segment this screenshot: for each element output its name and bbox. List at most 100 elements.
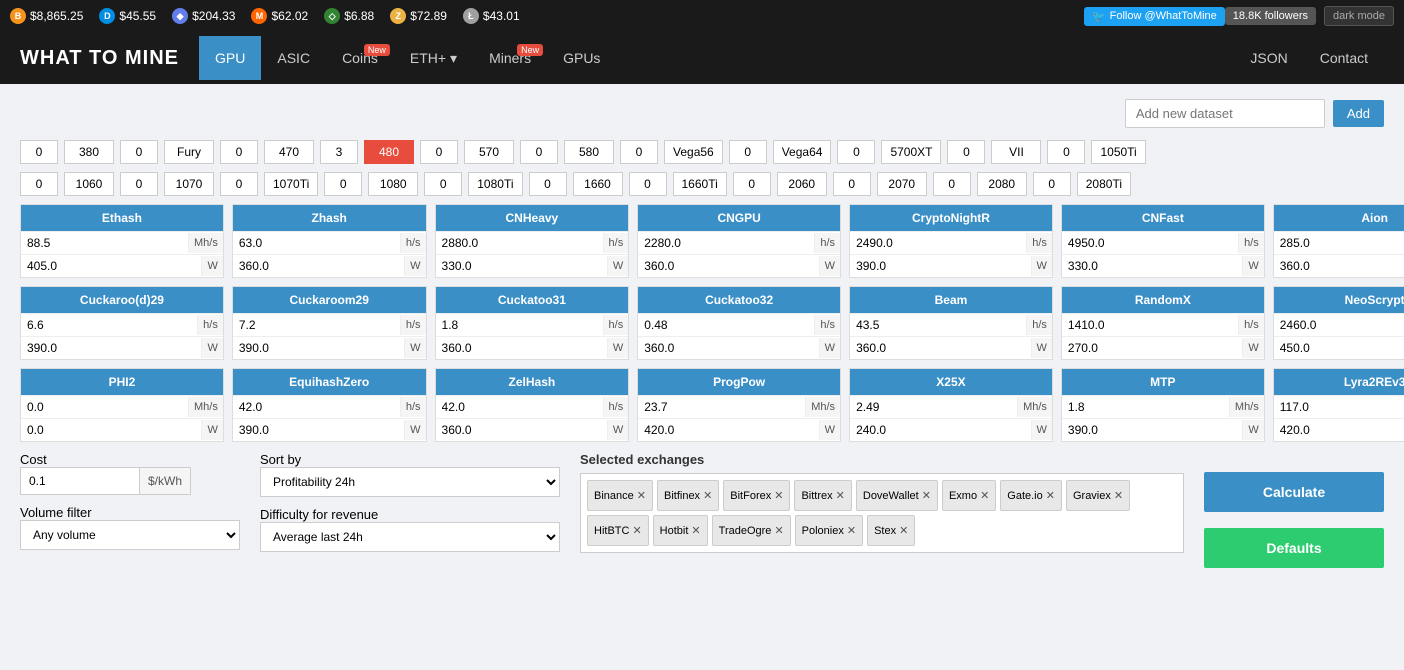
nav-item-ethplus[interactable]: ETH+▾ — [394, 36, 473, 81]
algo-header[interactable]: NeoScrypt — [1274, 287, 1404, 313]
nav-item-miners[interactable]: MinersNew — [473, 36, 547, 80]
algo-power-input[interactable] — [850, 419, 1030, 441]
difficulty-select[interactable]: Average last 24h — [260, 522, 560, 552]
algo-hashrate-input[interactable] — [436, 232, 603, 254]
cost-input[interactable] — [20, 467, 140, 495]
algo-hashrate-input[interactable] — [1274, 232, 1404, 254]
gpu-label-2080ti[interactable]: 2080Ti — [1077, 172, 1131, 196]
gpu-count-input[interactable] — [1047, 140, 1085, 164]
gpu-count-input[interactable] — [729, 140, 767, 164]
gpu-count-input[interactable] — [529, 172, 567, 196]
exchange-tag-remove[interactable]: ✕ — [774, 489, 783, 502]
algo-hashrate-input[interactable] — [1062, 232, 1238, 254]
gpu-label-2070[interactable]: 2070 — [877, 172, 927, 196]
algo-header[interactable]: Beam — [850, 287, 1052, 313]
algo-hashrate-input[interactable] — [436, 314, 603, 336]
volume-select[interactable]: Any volume — [20, 520, 240, 550]
algo-power-input[interactable] — [233, 337, 404, 359]
nav-item-gpu[interactable]: GPU — [199, 36, 261, 80]
gpu-count-input[interactable] — [324, 172, 362, 196]
algo-hashrate-input[interactable] — [21, 232, 188, 254]
algo-power-input[interactable] — [850, 337, 1030, 359]
exchange-tag-remove[interactable]: ✕ — [922, 489, 931, 502]
gpu-label-2080[interactable]: 2080 — [977, 172, 1027, 196]
gpu-label-vii[interactable]: VII — [991, 140, 1041, 164]
algo-header[interactable]: Cuckatoo32 — [638, 287, 840, 313]
algo-hashrate-input[interactable] — [233, 314, 400, 336]
nav-item-asic[interactable]: ASIC — [261, 36, 326, 80]
gpu-count-input[interactable] — [947, 140, 985, 164]
nav-item-gpus[interactable]: GPUs — [547, 36, 616, 80]
gpu-label-580[interactable]: 580 — [564, 140, 614, 164]
algo-power-input[interactable] — [1274, 337, 1404, 359]
gpu-count-input[interactable] — [520, 140, 558, 164]
calculate-button[interactable]: Calculate — [1204, 472, 1384, 512]
exchange-tag-remove[interactable]: ✕ — [637, 489, 646, 502]
exchange-tag-remove[interactable]: ✕ — [632, 524, 641, 537]
algo-power-input[interactable] — [233, 419, 404, 441]
gpu-label-1050ti[interactable]: 1050Ti — [1091, 140, 1145, 164]
algo-header[interactable]: MTP — [1062, 369, 1264, 395]
gpu-count-input[interactable] — [20, 172, 58, 196]
exchange-tag-remove[interactable]: ✕ — [691, 524, 700, 537]
gpu-count-input[interactable] — [220, 140, 258, 164]
algo-hashrate-input[interactable] — [850, 232, 1026, 254]
gpu-label-5700xt[interactable]: 5700XT — [881, 140, 941, 164]
gpu-count-input[interactable] — [1033, 172, 1071, 196]
exchange-tag-remove[interactable]: ✕ — [1114, 489, 1123, 502]
gpu-label-2060[interactable]: 2060 — [777, 172, 827, 196]
gpu-count-input[interactable] — [620, 140, 658, 164]
algo-power-input[interactable] — [21, 419, 201, 441]
algo-header[interactable]: X25X — [850, 369, 1052, 395]
algo-hashrate-input[interactable] — [638, 232, 814, 254]
gpu-count-input[interactable] — [424, 172, 462, 196]
gpu-count-input[interactable] — [120, 140, 158, 164]
add-dataset-button[interactable]: Add — [1333, 100, 1384, 127]
sort-select[interactable]: Profitability 24h — [260, 467, 560, 497]
algo-hashrate-input[interactable] — [638, 314, 814, 336]
algo-header[interactable]: Cuckaroo(d)29 — [21, 287, 223, 313]
exchange-tag-remove[interactable]: ✕ — [1046, 489, 1055, 502]
algo-hashrate-input[interactable] — [436, 396, 603, 418]
nav-item-contact[interactable]: Contact — [1304, 36, 1384, 80]
gpu-label-1080[interactable]: 1080 — [368, 172, 418, 196]
algo-header[interactable]: Ethash — [21, 205, 223, 231]
exchange-tag-remove[interactable]: ✕ — [836, 489, 845, 502]
algo-hashrate-input[interactable] — [21, 396, 188, 418]
algo-header[interactable]: Lyra2REv3 — [1274, 369, 1404, 395]
algo-header[interactable]: EquihashZero — [233, 369, 426, 395]
algo-power-input[interactable] — [436, 255, 607, 277]
algo-header[interactable]: Cuckatoo31 — [436, 287, 629, 313]
algo-power-input[interactable] — [1062, 337, 1242, 359]
gpu-label-1060[interactable]: 1060 — [64, 172, 114, 196]
algo-power-input[interactable] — [1274, 419, 1404, 441]
dark-mode-button[interactable]: dark mode — [1324, 6, 1394, 26]
gpu-count-input[interactable] — [733, 172, 771, 196]
algo-header[interactable]: CNGPU — [638, 205, 840, 231]
gpu-label-1070[interactable]: 1070 — [164, 172, 214, 196]
algo-hashrate-input[interactable] — [233, 396, 400, 418]
algo-header[interactable]: ProgPow — [638, 369, 840, 395]
gpu-label-1660ti[interactable]: 1660Ti — [673, 172, 727, 196]
algo-header[interactable]: Cuckaroom29 — [233, 287, 426, 313]
gpu-label-fury[interactable]: Fury — [164, 140, 214, 164]
algo-header[interactable]: CNFast — [1062, 205, 1264, 231]
gpu-label-1080ti[interactable]: 1080Ti — [468, 172, 522, 196]
exchange-tag-remove[interactable]: ✕ — [847, 524, 856, 537]
algo-power-input[interactable] — [850, 255, 1030, 277]
follow-button[interactable]: 🐦 Follow @WhatToMine — [1084, 7, 1225, 26]
algo-power-input[interactable] — [638, 337, 818, 359]
algo-power-input[interactable] — [436, 419, 607, 441]
algo-power-input[interactable] — [1062, 255, 1242, 277]
defaults-button[interactable]: Defaults — [1204, 528, 1384, 568]
algo-hashrate-input[interactable] — [21, 314, 197, 336]
exchange-tag-remove[interactable]: ✕ — [774, 524, 783, 537]
gpu-count-input[interactable] — [20, 140, 58, 164]
algo-power-input[interactable] — [21, 255, 201, 277]
gpu-count-input[interactable] — [833, 172, 871, 196]
algo-power-input[interactable] — [21, 337, 201, 359]
gpu-count-input[interactable] — [320, 140, 358, 164]
gpu-count-input[interactable] — [120, 172, 158, 196]
gpu-label-380[interactable]: 380 — [64, 140, 114, 164]
algo-header[interactable]: PHI2 — [21, 369, 223, 395]
